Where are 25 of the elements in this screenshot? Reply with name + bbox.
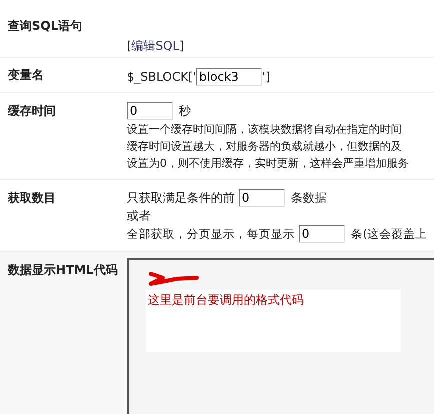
edit-sql-link[interactable]: 编辑SQL	[132, 38, 180, 54]
help-text: 设置为0，则不使用缓存，实时更新，这样会严重增加服务	[127, 156, 410, 172]
variable-name-field[interactable]: block3	[196, 68, 262, 86]
field-label: 缓存时间	[8, 103, 57, 120]
variable-suffix: ']	[262, 70, 270, 84]
field-label: 获取数目	[8, 190, 57, 207]
count-field[interactable]: 0	[239, 189, 285, 207]
unit-text: 秒	[179, 102, 191, 120]
help-text: 设置一个缓存时间间隔，该模块数据将自动在指定的时间	[127, 122, 403, 138]
code-textarea[interactable]: 这里是前台要调用的格式代码	[127, 258, 434, 414]
help-text: 缓存时间设置越大，对服务器的负载就越小，但数据的及	[127, 139, 403, 155]
variable-prefix: $_SBLOCK['	[127, 70, 196, 84]
field-label: 变量名	[8, 67, 45, 84]
paging-text: 全部获取，分页显示，每页显示	[127, 226, 295, 242]
bracket-text: [	[127, 39, 132, 53]
field-label: 查询SQL语句	[8, 18, 84, 35]
annotation-text: 这里是前台要调用的格式代码	[146, 290, 401, 352]
field-label: 数据显示HTML代码	[8, 262, 119, 279]
paging-text: 条(这会覆盖上	[351, 226, 428, 242]
count-text: 只获取满足条件的前	[127, 190, 235, 206]
cache-time-field[interactable]: 0	[127, 102, 173, 120]
per-page-field[interactable]: 0	[299, 225, 345, 243]
or-text: 或者	[127, 208, 152, 224]
count-text: 条数据	[291, 190, 327, 206]
bracket-text: ]	[179, 39, 184, 53]
